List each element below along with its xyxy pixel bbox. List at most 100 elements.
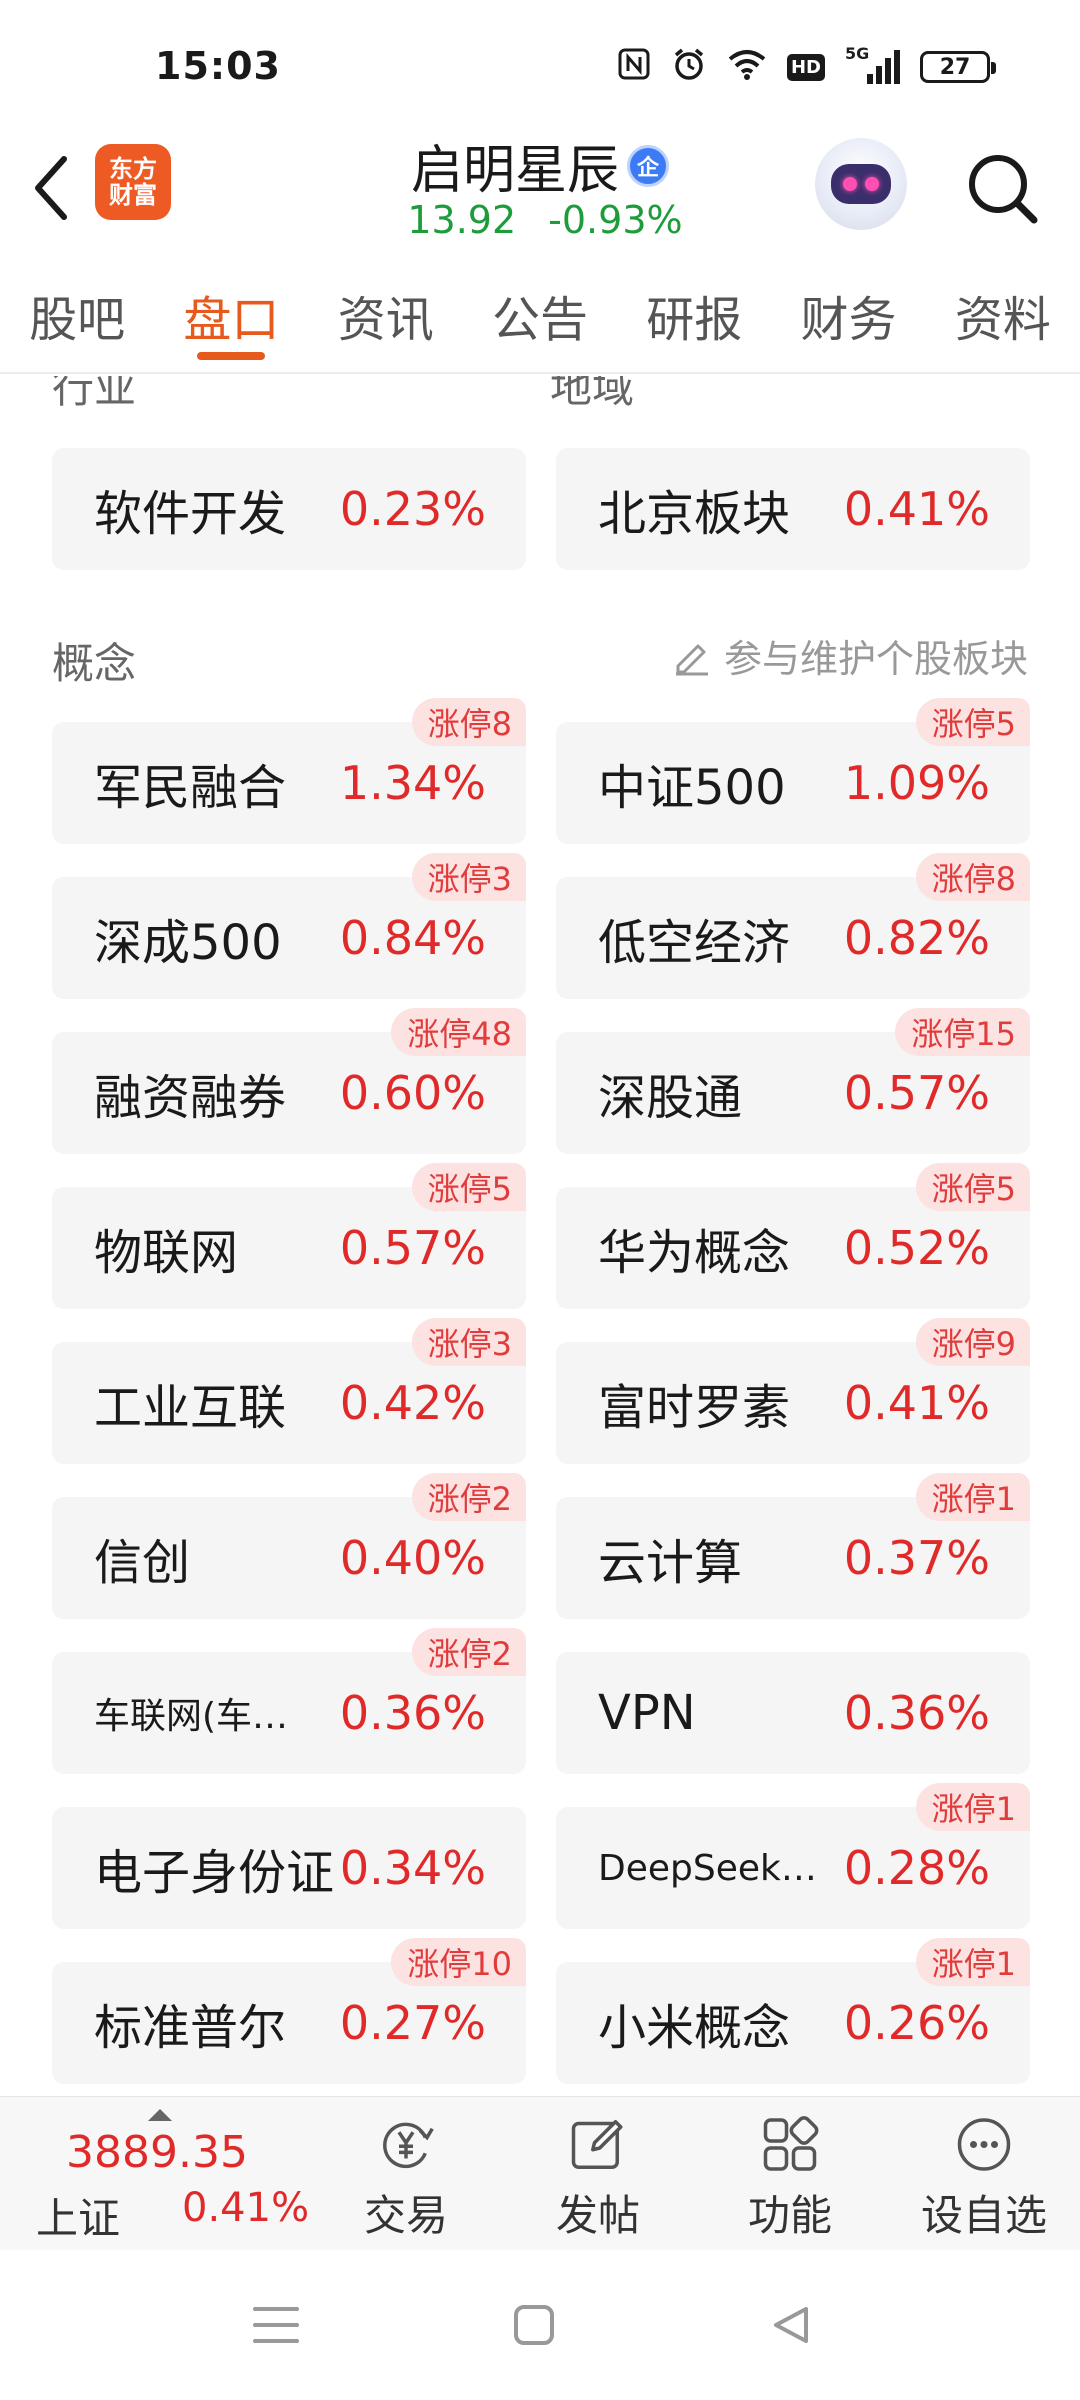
network-type: 5G: [845, 44, 870, 63]
concept-card[interactable]: 云计算 0.37% 涨停1: [556, 1473, 1030, 1619]
limit-up-badge: 涨停3: [411, 1318, 526, 1366]
ai-assistant-avatar[interactable]: [815, 138, 907, 230]
index-name: 上证: [36, 2194, 121, 2243]
concept-card[interactable]: 华为概念 0.52% 涨停5: [556, 1163, 1030, 1309]
concept-card[interactable]: 车联网(车… 0.36% 涨停2: [52, 1628, 526, 1774]
concept-name: DeepSeek…: [598, 1847, 817, 1889]
concept-change: 0.82%: [843, 911, 990, 965]
function-label: 功能: [747, 2191, 832, 2240]
alarm-icon: [671, 46, 707, 88]
back-triangle-icon: [774, 2307, 808, 2343]
industry-label: 行业: [52, 376, 137, 412]
concept-card[interactable]: 物联网 0.57% 涨停5: [52, 1163, 526, 1309]
limit-up-badge: 涨停5: [411, 1163, 526, 1211]
trade-button[interactable]: 交易: [326, 2113, 486, 2243]
tab-bar: 股吧 盘口 资讯 公告 研报 财务 资料: [0, 258, 1080, 374]
limit-up-badge: 涨停9: [915, 1318, 1030, 1366]
limit-up-badge: 涨停15: [895, 1008, 1030, 1056]
tab-profile[interactable]: 资料: [926, 258, 1080, 372]
add-watchlist-button[interactable]: 设自选: [904, 2113, 1064, 2243]
maintain-sector-label: 参与维护个股板块: [723, 637, 1028, 681]
concept-change: 0.37%: [843, 1531, 990, 1585]
concept-card[interactable]: 小米概念 0.26% 涨停1: [556, 1938, 1030, 2084]
concept-change: 0.52%: [843, 1221, 990, 1275]
region-label: 地域: [550, 376, 635, 412]
tab-news[interactable]: 资讯: [309, 258, 463, 372]
concept-card[interactable]: DeepSeek… 0.28% 涨停1: [556, 1783, 1030, 1929]
back-system-button[interactable]: [752, 2290, 832, 2360]
concept-name: 小米概念: [598, 2000, 791, 2056]
sector-change: 0.41%: [843, 482, 990, 536]
concept-change: 0.57%: [843, 1066, 990, 1120]
sector-name: 北京板块: [598, 486, 791, 542]
concept-name: 深股通: [598, 1070, 743, 1126]
limit-up-badge: 涨停5: [915, 698, 1030, 746]
add-watchlist-label: 设自选: [920, 2191, 1047, 2240]
home-button[interactable]: [494, 2290, 574, 2360]
limit-up-badge: 涨停3: [411, 853, 526, 901]
concept-card[interactable]: VPN 0.36%: [556, 1652, 1030, 1774]
search-button[interactable]: [960, 146, 1044, 230]
recent-apps-button[interactable]: [236, 2290, 316, 2360]
concept-change: 0.84%: [339, 911, 486, 965]
concept-name: 工业互联: [94, 1380, 287, 1436]
limit-up-badge: 涨停1: [915, 1473, 1030, 1521]
concept-card[interactable]: 富时罗素 0.41% 涨停9: [556, 1318, 1030, 1464]
search-icon: [969, 155, 1038, 224]
sector-name: 软件开发: [94, 486, 287, 542]
concept-card[interactable]: 军民融合 1.34% 涨停8: [52, 698, 526, 844]
concept-name: 华为概念: [598, 1225, 791, 1281]
edit-icon: [675, 644, 708, 675]
stock-price: 13.92: [407, 198, 517, 242]
post-button[interactable]: 发帖: [518, 2113, 678, 2243]
limit-up-badge: 涨停5: [915, 1163, 1030, 1211]
concept-card[interactable]: 融资融券 0.60% 涨停48: [52, 1008, 526, 1154]
system-navigation-bar: [0, 2250, 1080, 2400]
concept-card[interactable]: 深成500 0.84% 涨停3: [52, 853, 526, 999]
trade-yen-icon: [383, 2122, 434, 2169]
concept-card[interactable]: 信创 0.40% 涨停2: [52, 1473, 526, 1619]
concept-card[interactable]: 工业互联 0.42% 涨停3: [52, 1318, 526, 1464]
tab-research[interactable]: 研报: [617, 258, 771, 372]
concept-change: 0.42%: [339, 1376, 486, 1430]
concept-change: 0.60%: [339, 1066, 486, 1120]
region-card[interactable]: 北京板块 0.41%: [556, 448, 1030, 570]
tab-announcements[interactable]: 公告: [463, 258, 617, 372]
concept-name: 军民融合: [94, 760, 287, 816]
concept-name: 中证500: [598, 760, 786, 816]
index-ticker[interactable]: 3889.35 上证 0.41%: [36, 2109, 310, 2243]
stock-title: 启明星辰 企: [0, 128, 1080, 203]
tab-guba[interactable]: 股吧: [0, 258, 154, 372]
signal-icon: 5G: [845, 44, 900, 84]
home-square-icon: [514, 2305, 554, 2345]
stock-quote: 13.92 -0.93%: [0, 198, 1080, 242]
concept-change: 0.41%: [843, 1376, 990, 1430]
tab-pankou[interactable]: 盘口: [154, 258, 308, 372]
concept-card[interactable]: 低空经济 0.82% 涨停8: [556, 853, 1030, 999]
concept-card[interactable]: 深股通 0.57% 涨停15: [556, 1008, 1030, 1154]
limit-up-badge: 涨停48: [391, 1008, 526, 1056]
tab-finance[interactable]: 财务: [771, 258, 925, 372]
concept-name: 车联网(车…: [94, 1696, 289, 1737]
concept-change: 0.27%: [339, 1996, 486, 2050]
concept-name: VPN: [598, 1685, 696, 1741]
bottom-toolbar: 3889.35 上证 0.41% 交易 发帖 功能 设自选: [0, 2096, 1080, 2250]
limit-up-badge: 涨停8: [411, 698, 526, 746]
limit-up-badge: 涨停8: [915, 853, 1030, 901]
industry-card[interactable]: 软件开发 0.23%: [52, 448, 526, 570]
limit-up-badge: 涨停1: [915, 1938, 1030, 1986]
concept-change: 0.40%: [339, 1531, 486, 1585]
more-dots-icon: [957, 2118, 1011, 2171]
limit-up-badge: 涨停10: [391, 1938, 526, 1986]
maintain-sector-link[interactable]: 参与维护个股板块: [672, 628, 1028, 683]
trade-label: 交易: [363, 2191, 448, 2240]
concept-card[interactable]: 标准普尔 0.27% 涨停10: [52, 1938, 526, 2084]
limit-up-badge: 涨停2: [411, 1628, 526, 1676]
concept-card[interactable]: 电子身份证 0.34%: [52, 1807, 526, 1929]
function-button[interactable]: 功能: [710, 2113, 870, 2243]
enterprise-tag-icon: 企: [627, 144, 669, 187]
concept-card[interactable]: 中证500 1.09% 涨停5: [556, 698, 1030, 844]
index-change: 0.41%: [182, 2185, 310, 2231]
sector-change: 0.23%: [339, 482, 486, 536]
limit-up-badge: 涨停1: [915, 1783, 1030, 1831]
